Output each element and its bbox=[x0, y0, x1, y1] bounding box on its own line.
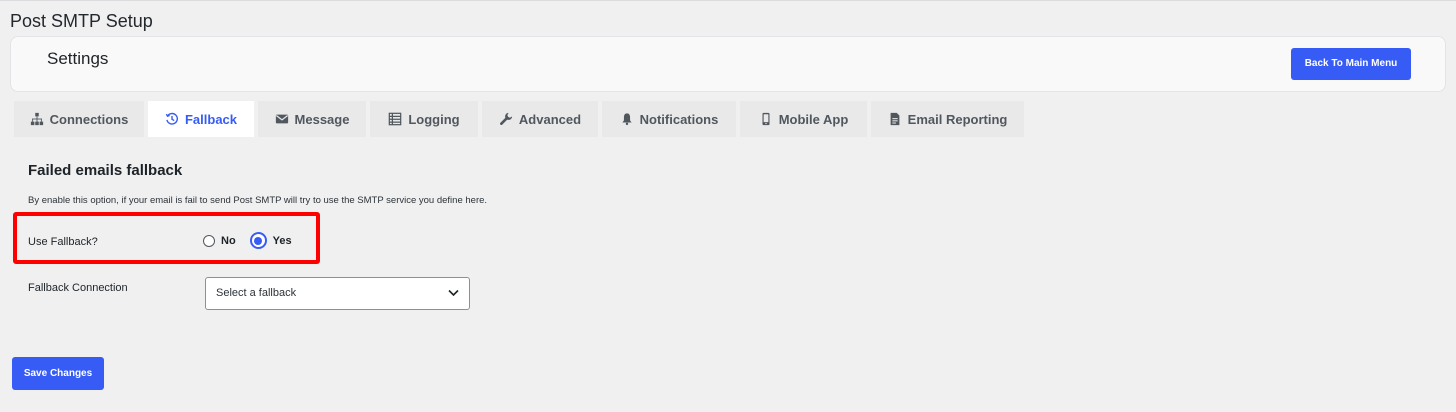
fallback-connection-select[interactable]: Select a fallback bbox=[205, 277, 470, 310]
settings-header: Settings Back To Main Menu bbox=[10, 36, 1446, 92]
settings-tabs: Connections Fallback Message Logging Adv… bbox=[14, 101, 1024, 137]
fallback-connection-label: Fallback Connection bbox=[28, 282, 128, 294]
tab-notifications[interactable]: Notifications bbox=[602, 101, 736, 137]
radio-no[interactable]: No bbox=[203, 234, 236, 247]
tab-fallback[interactable]: Fallback bbox=[148, 101, 254, 137]
chevron-down-icon bbox=[448, 289, 459, 297]
history-icon bbox=[165, 112, 178, 125]
tab-label: Notifications bbox=[639, 111, 719, 127]
use-fallback-radio-group: No Yes bbox=[203, 232, 292, 249]
tab-label: Email Reporting bbox=[907, 111, 1008, 127]
tab-label: Logging bbox=[408, 111, 460, 127]
use-fallback-label: Use Fallback? bbox=[28, 236, 98, 248]
settings-title: Settings bbox=[47, 49, 109, 68]
back-to-main-menu-button[interactable]: Back To Main Menu bbox=[1291, 48, 1411, 80]
radio-yes-label: Yes bbox=[272, 234, 292, 247]
tab-label: Advanced bbox=[518, 111, 582, 127]
section-title: Failed emails fallback bbox=[28, 162, 183, 179]
save-changes-button[interactable]: Save Changes bbox=[12, 357, 104, 390]
mobile-icon bbox=[762, 112, 770, 126]
list-icon bbox=[389, 112, 402, 126]
top-divider bbox=[0, 0, 1456, 1]
sitemap-icon bbox=[30, 112, 43, 126]
section-description: By enable this option, if your email is … bbox=[28, 195, 488, 206]
envelope-icon bbox=[275, 114, 288, 124]
tab-advanced[interactable]: Advanced bbox=[482, 101, 598, 137]
wrench-icon bbox=[499, 112, 513, 125]
tab-email-reporting[interactable]: Email Reporting bbox=[871, 101, 1024, 137]
tab-logging[interactable]: Logging bbox=[370, 101, 478, 137]
tab-message[interactable]: Message bbox=[258, 101, 366, 137]
tab-label: Connections bbox=[49, 111, 129, 127]
radio-yes[interactable]: Yes bbox=[249, 232, 292, 249]
fallback-select-value: Select a fallback bbox=[216, 287, 297, 299]
radio-no-label: No bbox=[221, 234, 236, 247]
radio-yes-circle[interactable] bbox=[249, 232, 267, 249]
tab-label: Fallback bbox=[184, 111, 238, 127]
report-icon bbox=[890, 112, 900, 126]
tab-connections[interactable]: Connections bbox=[14, 101, 144, 137]
tab-mobile-app[interactable]: Mobile App bbox=[740, 101, 867, 137]
bell-icon bbox=[622, 113, 632, 126]
tab-label: Message bbox=[294, 111, 350, 127]
radio-no-circle[interactable] bbox=[203, 234, 215, 247]
tab-label: Mobile App bbox=[778, 111, 849, 127]
page-title: Post SMTP Setup bbox=[10, 11, 153, 31]
